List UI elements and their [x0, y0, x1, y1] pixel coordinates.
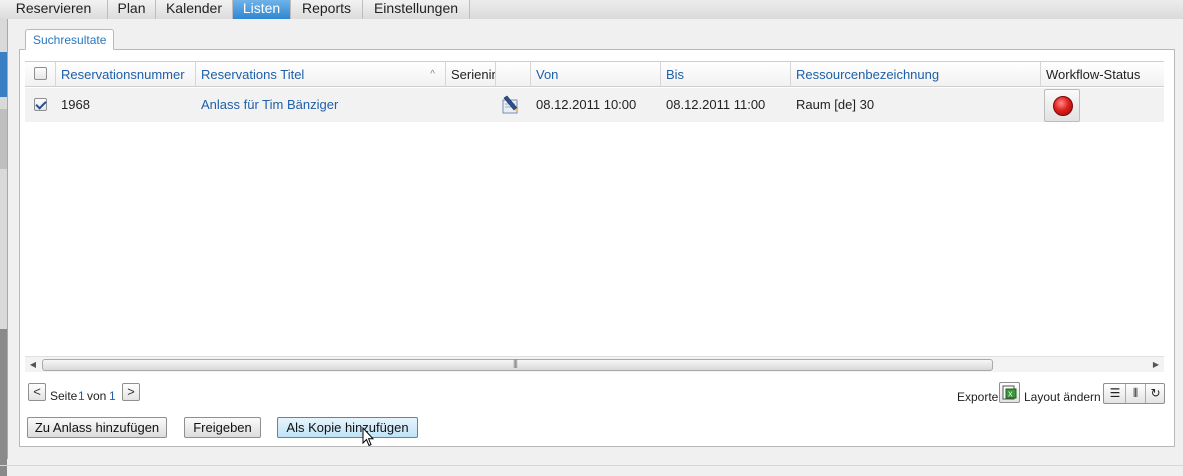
cell-ressource: Raum [de] 30	[796, 97, 875, 112]
cell-bis: 08.12.2011 11:00	[666, 97, 766, 112]
column-header-von[interactable]: Von	[531, 62, 661, 87]
sidebar-section	[0, 329, 7, 476]
cell-reservationsnummer: 1968	[61, 97, 90, 112]
nav-tab-plan[interactable]: Plan	[108, 0, 156, 19]
column-header-workflow[interactable]: Workflow-Status	[1041, 62, 1164, 87]
pager-current-page[interactable]: 1	[78, 389, 85, 403]
status-red-light-icon	[1053, 96, 1073, 116]
left-sidebar-edge	[0, 19, 8, 476]
svg-text:X: X	[1008, 392, 1013, 399]
mouse-cursor-icon	[362, 427, 374, 447]
export-button[interactable]: X	[999, 382, 1020, 403]
columns-view-icon[interactable]: ⦀	[1125, 384, 1145, 403]
sidebar-selected-marker	[0, 52, 7, 97]
list-view-icon[interactable]: ☰	[1105, 384, 1125, 403]
nav-tab-kalender[interactable]: Kalender	[156, 0, 233, 19]
edit-pencil-icon[interactable]	[500, 95, 520, 115]
nav-tab-listen[interactable]: Listen	[233, 0, 291, 19]
release-button[interactable]: Freigeben	[184, 417, 261, 438]
nav-filler	[470, 0, 1183, 19]
scroll-left-arrow-icon[interactable]: ◀	[25, 357, 41, 373]
export-excel-icon: X	[1002, 385, 1017, 400]
row-checkbox[interactable]	[34, 98, 47, 111]
refresh-icon[interactable]: ↻	[1145, 384, 1165, 403]
sidebar-scroll-marker	[0, 109, 7, 169]
pager-seite-label: Seite	[50, 389, 78, 403]
nav-tab-einstellungen[interactable]: Einstellungen	[363, 0, 470, 19]
scrollbar-thumb[interactable]: |||	[42, 358, 993, 371]
cell-von: 08.12.2011 10:00	[536, 97, 637, 112]
add-as-copy-button[interactable]: Als Kopie hinzufügen	[277, 417, 418, 438]
cell-titel-link[interactable]: Anlass für Tim Bänziger	[196, 88, 446, 122]
export-label: Exporte	[957, 390, 999, 404]
add-to-event-button[interactable]: Zu Anlass hinzufügen	[27, 417, 167, 438]
column-header-edit	[496, 62, 531, 87]
nav-tab-reservieren[interactable]: Reservieren	[0, 0, 108, 19]
top-navigation: Reservieren Plan Kalender Listen Reports…	[0, 0, 1183, 19]
tab-suchresultate[interactable]: Suchresultate	[25, 29, 115, 50]
table-row[interactable]: 1968 Anlass für Tim Bänziger 08.12.2011 …	[25, 88, 1164, 122]
select-all-checkbox[interactable]	[34, 67, 47, 80]
layout-change-label: Layout ändern	[1024, 390, 1101, 404]
grid-header: Reservationsnummer Reservations Titel ^ …	[25, 61, 1164, 87]
column-header-titel-label: Reservations Titel	[201, 67, 305, 82]
scrollbar-grip-icon: |||	[513, 358, 518, 368]
column-header-bis[interactable]: Bis	[661, 62, 791, 87]
select-all-cell	[25, 62, 56, 87]
column-header-titel[interactable]: Reservations Titel ^	[196, 62, 446, 87]
horizontal-scrollbar[interactable]: ◀ ||| ▶	[25, 356, 1164, 372]
nav-tab-reports[interactable]: Reports	[291, 0, 363, 19]
scroll-right-arrow-icon[interactable]: ▶	[1148, 357, 1164, 373]
pager-total-pages[interactable]: 1	[109, 389, 116, 403]
pager-prev-button[interactable]: <	[28, 383, 46, 401]
pager-von-label: von	[87, 389, 107, 403]
sort-ascending-icon: ^	[430, 69, 435, 80]
bottom-divider	[0, 465, 1183, 466]
pager-next-button[interactable]: >	[122, 383, 140, 401]
column-header-serie[interactable]: Serienin	[446, 62, 496, 87]
layout-toolbar: ☰ ⦀ ↻	[1103, 383, 1165, 404]
column-header-ressource[interactable]: Ressourcenbezeichnung	[791, 62, 1041, 87]
column-header-reservationsnummer[interactable]: Reservationsnummer	[56, 62, 196, 87]
workflow-status-button[interactable]	[1044, 89, 1080, 122]
